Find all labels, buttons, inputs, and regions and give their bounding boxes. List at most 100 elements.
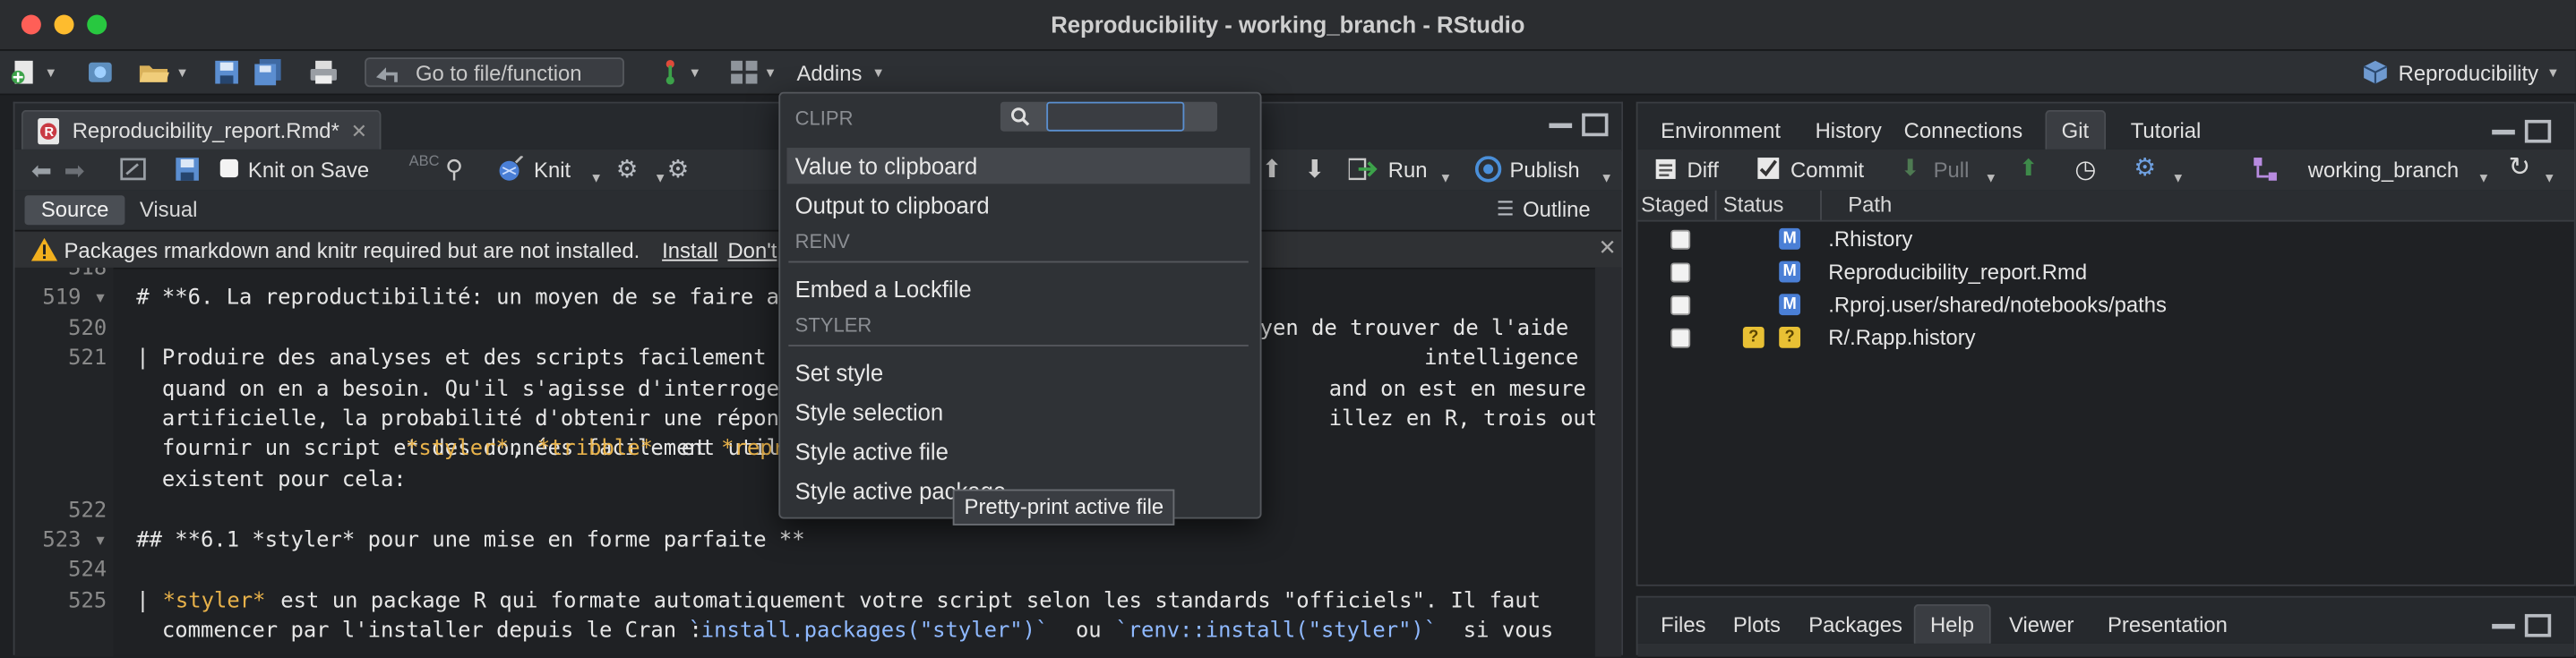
warning-icon	[30, 237, 58, 261]
stage-checkbox[interactable]	[1670, 295, 1691, 316]
back-arrow-icon[interactable]: ⬅	[31, 156, 52, 185]
maximize-pane-icon[interactable]	[1582, 113, 1609, 137]
install-link[interactable]: Install	[662, 238, 717, 263]
save-file-icon[interactable]	[176, 158, 201, 183]
diff-button[interactable]: Diff	[1687, 158, 1719, 183]
menu-item-set-style[interactable]: Set style	[786, 355, 1249, 390]
project-cube-icon	[2363, 60, 2388, 84]
pull-button[interactable]: Pull	[1934, 158, 1970, 183]
title-bar: Reproducibility - working_branch - RStud…	[0, 0, 2576, 51]
new-file-button[interactable]: ▼	[10, 57, 57, 87]
render-options-gear-icon[interactable]: ⚙	[616, 154, 639, 184]
knit-button[interactable]: Knit	[534, 158, 571, 183]
folder-open-icon	[139, 65, 169, 82]
search-input[interactable]	[1046, 101, 1185, 132]
menu-separator	[788, 261, 1249, 263]
git-settings-gear-icon[interactable]: ⚙	[2134, 153, 2156, 182]
menu-item-output-to-clipboard[interactable]: Output to clipboard	[786, 187, 1249, 223]
col-path[interactable]: Path	[1848, 192, 1892, 218]
spellcheck-icon[interactable]: ABC	[409, 153, 440, 169]
go-to-file-function-input[interactable]: Go to file/function	[365, 57, 624, 88]
source-mode-tab[interactable]: Source	[24, 195, 125, 226]
git-file-row[interactable]: ?? R/.Rapp.history	[1637, 321, 2573, 355]
new-project-button[interactable]	[85, 57, 115, 87]
maximize-env-pane-icon[interactable]	[2524, 119, 2552, 143]
code-fragment: and on est en mesure de	[1328, 377, 1586, 403]
settings-gear-icon[interactable]: ⚙	[667, 154, 690, 184]
modified-status-icon: M	[1779, 294, 1801, 316]
refresh-icon[interactable]: ↻	[2509, 151, 2531, 184]
git-file-row[interactable]: M .Rhistory	[1637, 223, 2573, 256]
print-button[interactable]	[309, 57, 339, 87]
outline-button[interactable]: Outline	[1523, 197, 1591, 222]
dont-show-again-link[interactable]: Don't	[727, 238, 777, 263]
branch-selector[interactable]: working_branch	[2308, 158, 2459, 183]
editor-scrollbar[interactable]	[1594, 267, 1622, 657]
code-line: ## **6.1 *styler* pour une mise en forme…	[136, 528, 805, 554]
vcs-button[interactable]: ▼	[657, 57, 701, 87]
knit-on-save-label: Knit on Save	[247, 158, 370, 183]
tab-history[interactable]: History	[1799, 110, 1898, 150]
close-tab-icon[interactable]: ✕	[351, 112, 367, 151]
tab-tutorial[interactable]: Tutorial	[2114, 110, 2217, 150]
push-arrow-icon[interactable]: ⬆	[2019, 154, 2039, 182]
tab-plots[interactable]: Plots	[1717, 604, 1798, 644]
env-tab-strip: Environment History Connections Git Tutorial	[1637, 103, 2574, 151]
save-all-button[interactable]	[253, 57, 282, 87]
menu-item-style-active-file[interactable]: Style active file	[786, 433, 1249, 469]
stage-checkbox[interactable]	[1670, 262, 1691, 283]
git-toolbar: Diff Commit ⬇ Pull ▼ ⬆ ◷ ⚙ ▼ working_bra…	[1637, 149, 2574, 192]
tab-reproducibility-report[interactable]: R Reproducibility_report.Rmd* ✕	[21, 109, 381, 151]
main-toolbar: ▼ ▼ Go to file/function ▼ ▼ Addins ▼ Rep…	[0, 50, 2576, 96]
maximize-files-pane-icon[interactable]	[2524, 613, 2552, 637]
code-fragment: *tribble*	[537, 436, 653, 462]
tab-viewer[interactable]: Viewer	[1993, 604, 2091, 644]
stage-checkbox[interactable]	[1670, 328, 1691, 348]
menu-item-value-to-clipboard[interactable]: Value to clipboard	[786, 148, 1250, 184]
menu-item-style-selection[interactable]: Style selection	[786, 394, 1249, 430]
git-file-row[interactable]: M Reproducibility_report.Rmd	[1637, 256, 2573, 289]
project-menu-button[interactable]: Reproducibility ▼	[2362, 57, 2560, 87]
tab-presentation[interactable]: Presentation	[2091, 604, 2245, 644]
tab-help[interactable]: Help	[1913, 603, 1991, 644]
forward-arrow-icon[interactable]: ➡	[64, 156, 85, 185]
save-button[interactable]	[213, 57, 239, 87]
history-clock-icon[interactable]: ◷	[2074, 154, 2096, 184]
tab-connections[interactable]: Connections	[1887, 110, 2039, 150]
addins-search-box[interactable]	[1000, 101, 1217, 132]
minimize-pane-icon[interactable]	[1549, 123, 1573, 129]
col-status[interactable]: Status	[1723, 192, 1784, 218]
run-button[interactable]: Run	[1388, 158, 1428, 183]
knit-on-save-checkbox[interactable]	[219, 158, 238, 178]
go-to-arrow-icon	[375, 67, 398, 82]
stage-checkbox[interactable]	[1670, 229, 1691, 250]
visual-mode-tab[interactable]: Visual	[140, 195, 198, 225]
grid-layout-icon	[731, 60, 758, 84]
tab-packages[interactable]: Packages	[1792, 604, 1919, 644]
show-in-window-icon[interactable]	[120, 158, 146, 181]
commit-button[interactable]: Commit	[1790, 158, 1864, 183]
git-file-row[interactable]: M .Rproj.user/shared/notebooks/paths	[1637, 289, 2573, 322]
col-staged[interactable]: Staged	[1641, 192, 1709, 218]
addins-menu-button[interactable]: Addins ▼	[796, 57, 884, 87]
minimize-files-pane-icon[interactable]	[2492, 623, 2515, 629]
tab-environment[interactable]: Environment	[1644, 110, 1798, 150]
menu-separator	[788, 345, 1249, 346]
go-down-icon[interactable]: ⬇	[1304, 154, 1325, 184]
menu-section-clipr: CLIPR	[794, 107, 854, 130]
publish-button[interactable]: Publish	[1509, 158, 1579, 183]
tab-files[interactable]: Files	[1644, 604, 1722, 644]
tab-git[interactable]: Git	[2045, 109, 2106, 150]
find-replace-icon[interactable]: ⚲	[445, 154, 463, 184]
pane-layout-button[interactable]: ▼	[729, 57, 777, 87]
git-file-path: Reproducibility_report.Rmd	[1828, 259, 2088, 285]
code-fragment: yen de trouver de l'aide	[1259, 316, 1569, 342]
go-up-icon[interactable]: ⬆	[1262, 154, 1283, 184]
minimize-env-pane-icon[interactable]	[2492, 129, 2515, 135]
open-file-button[interactable]: ▼	[138, 57, 189, 87]
menu-item-embed-lockfile[interactable]: Embed a Lockfile	[786, 271, 1249, 307]
git-vcs-icon	[665, 59, 674, 85]
code-line: existent pour cela:	[136, 467, 420, 493]
close-banner-icon[interactable]: ✕	[1598, 235, 1616, 261]
save-icon	[215, 60, 238, 84]
